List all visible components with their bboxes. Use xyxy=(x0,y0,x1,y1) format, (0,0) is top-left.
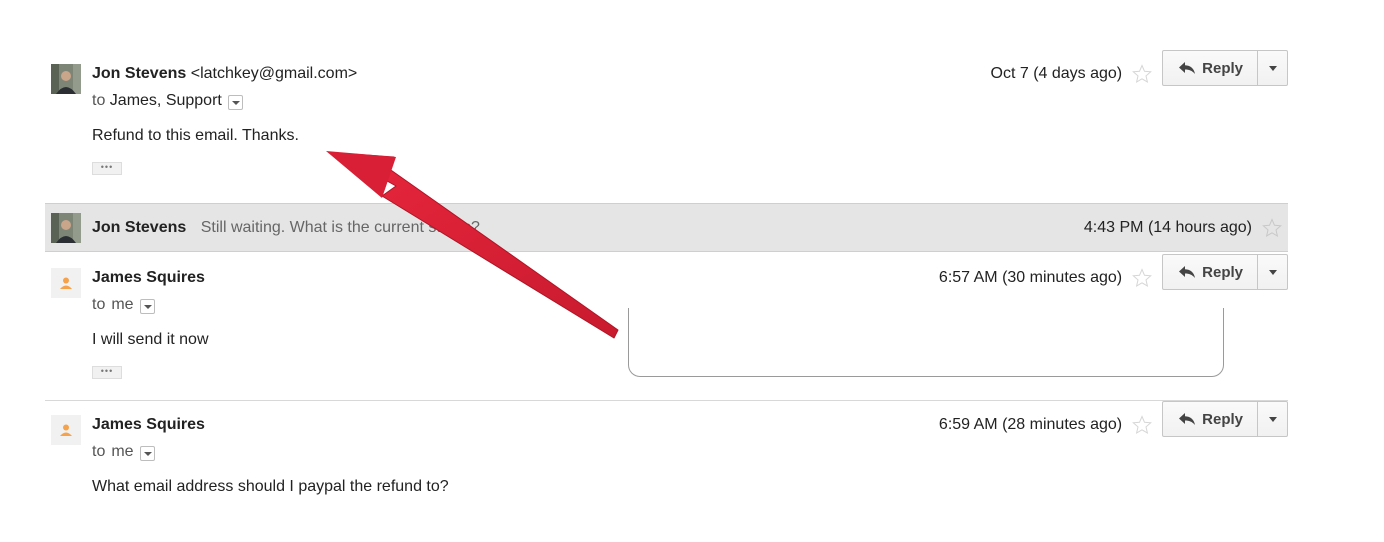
show-details-icon[interactable] xyxy=(139,298,155,314)
reply-button[interactable]: Reply xyxy=(1162,50,1258,86)
reply-arrow-icon xyxy=(1179,266,1196,278)
more-actions-button[interactable] xyxy=(1258,401,1288,437)
recipient-names: James, Support xyxy=(109,92,222,109)
message-2-collapsed[interactable]: Jon Stevens Still waiting. What is the c… xyxy=(45,203,1288,252)
overlay-panel-fragment xyxy=(628,308,1224,377)
message-meta: 6:57 AM (30 minutes ago) Reply xyxy=(939,254,1288,290)
sender-avatar[interactable] xyxy=(51,64,81,94)
message-date[interactable]: 6:59 AM (28 minutes ago) xyxy=(939,415,1122,435)
sender-name: Jon Stevens xyxy=(92,219,187,236)
user-photo-icon xyxy=(51,64,81,94)
reply-button[interactable]: Reply xyxy=(1162,254,1258,290)
show-details-icon[interactable] xyxy=(227,94,243,110)
sender-line: James Squires xyxy=(92,415,205,435)
recipients-line: to me xyxy=(92,295,155,315)
dropdown-caret-icon xyxy=(1268,269,1277,275)
message-snippet: Still waiting. What is the current statu… xyxy=(200,219,480,236)
message-date[interactable]: 6:57 AM (30 minutes ago) xyxy=(939,268,1122,288)
recipients-line: to me xyxy=(92,442,155,462)
sender-name[interactable]: James Squires xyxy=(92,269,205,286)
reply-button-group: Reply xyxy=(1162,254,1288,290)
recipient-names: me xyxy=(111,443,134,460)
star-icon[interactable] xyxy=(1132,415,1153,435)
sender-avatar[interactable] xyxy=(51,213,81,243)
message-divider xyxy=(45,400,1288,401)
message-body: I will send it now xyxy=(92,331,209,348)
reply-label: Reply xyxy=(1202,263,1243,281)
message-meta: 6:59 AM (28 minutes ago) Reply xyxy=(939,401,1288,437)
reply-label: Reply xyxy=(1202,410,1243,428)
more-actions-button[interactable] xyxy=(1258,254,1288,290)
sender-line: Jon Stevens <latchkey@gmail.com> xyxy=(92,64,357,84)
sender-email[interactable]: <latchkey@gmail.com> xyxy=(191,65,358,82)
reply-button-group: Reply xyxy=(1162,401,1288,437)
default-user-icon xyxy=(60,424,72,436)
star-icon[interactable] xyxy=(1132,268,1153,288)
user-photo-icon xyxy=(51,213,81,243)
sender-line: James Squires xyxy=(92,268,205,288)
star-icon[interactable] xyxy=(1132,64,1153,84)
message-meta: 4:43 PM (14 hours ago) xyxy=(1084,218,1282,238)
recipients-line: to James, Support xyxy=(92,91,243,111)
to-prefix: to xyxy=(92,296,106,313)
show-details-icon[interactable] xyxy=(139,445,155,461)
show-trimmed-content-button[interactable]: ••• xyxy=(92,162,122,175)
message-body: What email address should I paypal the r… xyxy=(92,478,449,495)
message-meta: Oct 7 (4 days ago) Reply xyxy=(991,50,1288,86)
reply-arrow-icon xyxy=(1179,413,1196,425)
to-prefix: to xyxy=(92,443,106,460)
default-user-icon xyxy=(60,277,72,289)
sender-avatar[interactable] xyxy=(51,268,81,298)
message-date[interactable]: Oct 7 (4 days ago) xyxy=(991,64,1123,84)
sender-name[interactable]: Jon Stevens xyxy=(92,65,186,82)
sender-name[interactable]: James Squires xyxy=(92,416,205,433)
dropdown-caret-icon xyxy=(1268,65,1277,71)
reply-label: Reply xyxy=(1202,59,1243,77)
reply-arrow-icon xyxy=(1179,62,1196,74)
recipient-names: me xyxy=(111,296,134,313)
reply-button-group: Reply xyxy=(1162,50,1288,86)
email-thread: Jon Stevens <latchkey@gmail.com> to Jame… xyxy=(0,0,1384,542)
sender-avatar[interactable] xyxy=(51,415,81,445)
star-icon[interactable] xyxy=(1262,218,1282,238)
message-4: James Squires to me What email address s… xyxy=(45,401,1288,505)
reply-button[interactable]: Reply xyxy=(1162,401,1258,437)
to-prefix: to xyxy=(92,92,106,109)
sender-line: Jon Stevens Still waiting. What is the c… xyxy=(92,218,480,238)
more-actions-button[interactable] xyxy=(1258,50,1288,86)
message-body: Refund to this email. Thanks. xyxy=(92,127,299,144)
show-trimmed-content-button[interactable]: ••• xyxy=(92,366,122,379)
message-date[interactable]: 4:43 PM (14 hours ago) xyxy=(1084,218,1252,238)
dropdown-caret-icon xyxy=(1268,416,1277,422)
message-1: Jon Stevens <latchkey@gmail.com> to Jame… xyxy=(45,50,1288,189)
